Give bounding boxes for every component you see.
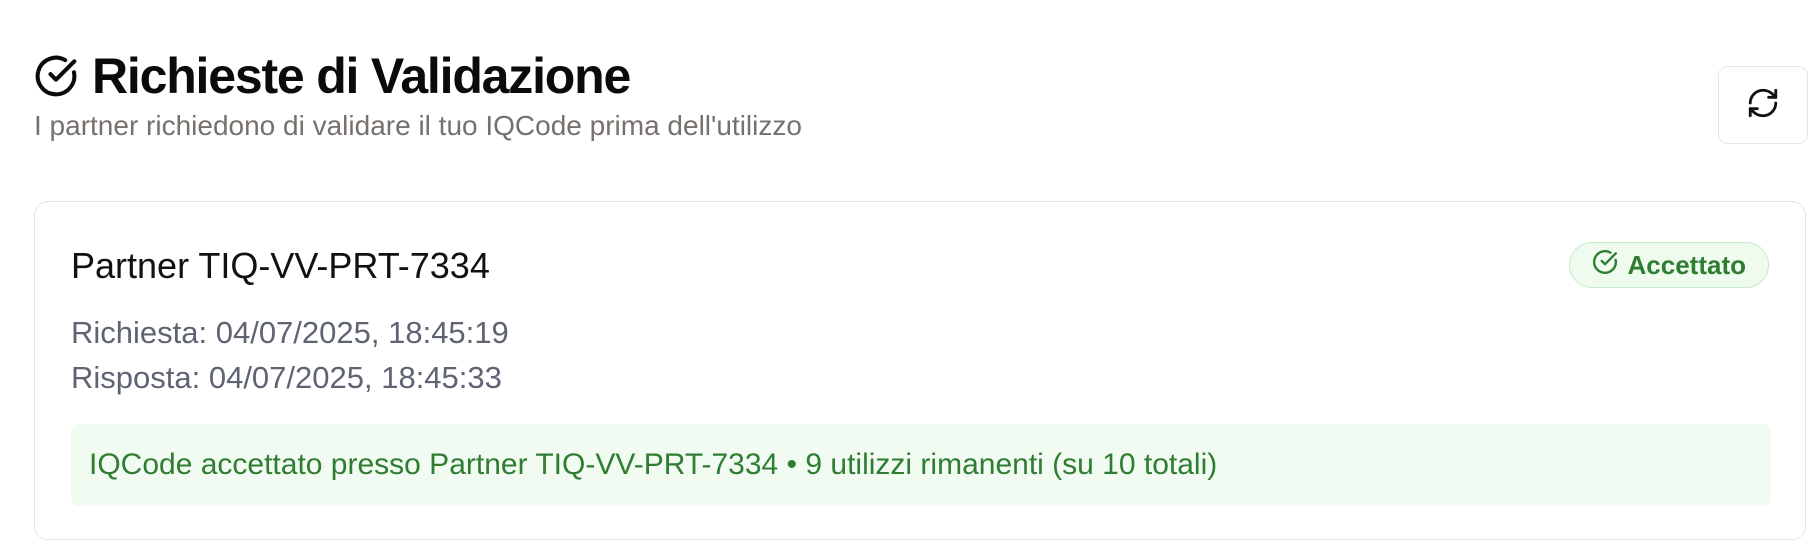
page-subtitle: I partner richiedono di validare il tuo … [34, 110, 802, 141]
status-label: Accettato [1627, 249, 1746, 280]
result-message: IQCode accettato presso Partner TIQ-VV-P… [89, 448, 1218, 481]
refresh-icon [1746, 86, 1780, 125]
validation-request-card: Partner TIQ-VV-PRT-7334 Accettato Richie… [34, 201, 1806, 540]
request-meta: Richiesta: 04/07/2025, 18:45:19 Risposta… [71, 310, 509, 400]
page-title: Richieste di Validazione [92, 48, 631, 104]
validation-requests-page: Richieste di Validazione I partner richi… [0, 0, 1812, 554]
response-timestamp: Risposta: 04/07/2025, 18:45:33 [71, 360, 502, 395]
result-message-box: IQCode accettato presso Partner TIQ-VV-P… [71, 424, 1771, 506]
title-row: Richieste di Validazione [34, 46, 802, 106]
request-timestamp: Richiesta: 04/07/2025, 18:45:19 [71, 315, 509, 350]
check-circle-icon [34, 54, 78, 98]
status-badge: Accettato [1568, 242, 1769, 288]
refresh-button[interactable] [1718, 66, 1808, 144]
check-circle-icon [1592, 249, 1618, 282]
partner-name: Partner TIQ-VV-PRT-7334 [71, 245, 490, 286]
page-header: Richieste di Validazione I partner richi… [34, 46, 802, 144]
